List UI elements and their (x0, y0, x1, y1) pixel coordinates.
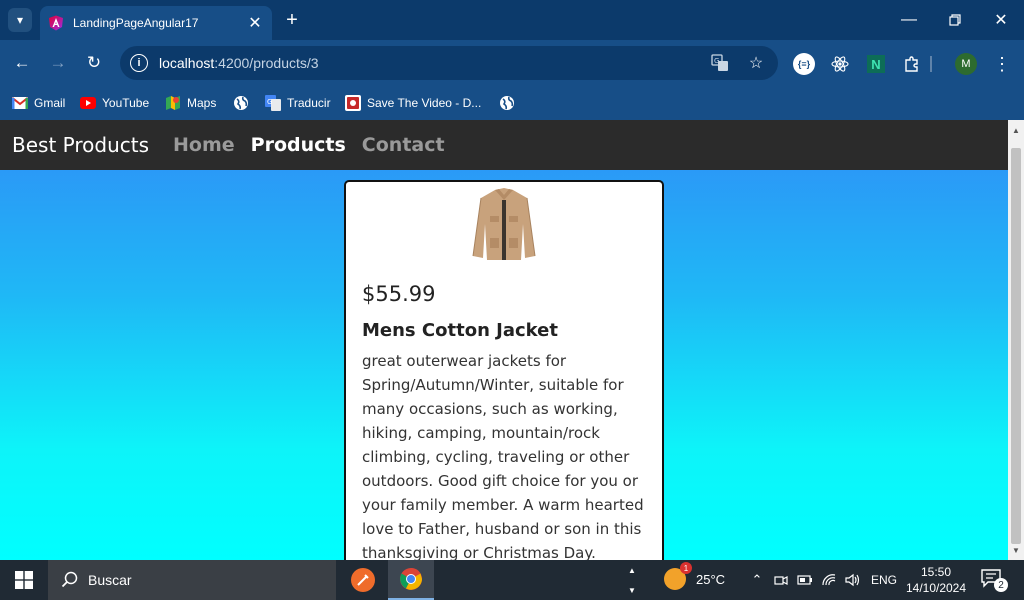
bookmarks-bar: Gmail YouTube Maps G Traducir Save The V… (0, 86, 1024, 120)
taskbar-app-postman[interactable] (340, 560, 386, 600)
url-text[interactable]: localhost:4200/products/3 (159, 55, 319, 71)
notification-center[interactable]: 2 (980, 568, 1010, 592)
volume-icon[interactable] (844, 570, 862, 590)
nav-link-products[interactable]: Products (251, 134, 346, 156)
nav-link-contact[interactable]: Contact (362, 134, 445, 156)
new-tab-icon[interactable]: + (282, 8, 302, 32)
chrome-icon (400, 568, 422, 590)
postman-icon (351, 568, 375, 592)
search-icon (60, 570, 80, 590)
weather-temperature: 25°C (696, 571, 726, 587)
minimize-icon[interactable]: — (894, 8, 924, 32)
bookmark-label: YouTube (102, 96, 150, 110)
bookmark-label: Maps (187, 96, 217, 110)
save-video-icon (345, 95, 361, 111)
notification-badge: 2 (994, 578, 1008, 592)
product-price: $55.99 (362, 282, 436, 306)
windows-logo-icon (15, 571, 33, 589)
language-indicator[interactable]: ENG (871, 573, 897, 587)
menu-kebab-icon[interactable]: ⋮ (990, 52, 1014, 76)
meet-camera-icon[interactable] (772, 570, 790, 590)
browser-tab-strip: ▾ LandingPageAngular17 ✕ + — ✕ (0, 0, 1024, 40)
angular-icon (49, 15, 63, 31)
search-placeholder: Buscar (88, 572, 132, 588)
url-path: :4200/products/3 (214, 55, 319, 71)
scroll-thumb[interactable] (1011, 148, 1021, 544)
bookmark-maps[interactable]: Maps (165, 93, 216, 113)
system-clock[interactable]: 15:50 14/10/2024 (900, 564, 972, 596)
maps-icon (165, 95, 181, 111)
scroll-up-icon[interactable]: ▲ (1008, 122, 1024, 138)
forward-icon[interactable]: → (46, 51, 70, 75)
nav-link-home[interactable]: Home (173, 134, 235, 156)
bookmark-star-icon[interactable]: ☆ (746, 53, 766, 73)
translate-page-icon[interactable]: G (710, 53, 730, 73)
product-name: Mens Cotton Jacket (362, 320, 558, 341)
translate-icon: G (265, 95, 281, 111)
windows-taskbar: Buscar ▲ ▼ 1 25°C ⌃ ENG 15:50 14/10/2024… (0, 560, 1024, 600)
bookmark-globe-2[interactable] (499, 93, 521, 113)
chevron-up-icon: ▲ (628, 565, 636, 575)
extensions-puzzle-icon[interactable] (900, 52, 924, 76)
show-hidden-icons-icon[interactable]: ⌃ (748, 570, 766, 590)
bookmark-label: Save The Video - D... (367, 96, 482, 110)
react-devtools-icon[interactable] (828, 52, 852, 76)
taskbar-scroll[interactable]: ▲ ▼ (624, 560, 640, 600)
product-description: great outerwear jackets for Spring/Autum… (362, 352, 644, 560)
globe-icon (499, 95, 515, 111)
globe-icon (233, 95, 249, 111)
browser-toolbar: ← → ↻ i localhost:4200/products/3 G ☆ {≡… (0, 40, 1024, 86)
back-icon[interactable]: ← (10, 51, 34, 75)
weather-badge: 1 (680, 562, 692, 574)
reload-icon[interactable]: ↻ (82, 51, 106, 75)
youtube-icon (80, 95, 96, 111)
url-host: localhost (159, 55, 215, 71)
close-window-icon[interactable]: ✕ (986, 8, 1016, 32)
product-image (472, 188, 536, 260)
svg-text:G: G (714, 57, 719, 65)
address-bar[interactable]: i localhost:4200/products/3 G ☆ (120, 46, 778, 80)
battery-icon[interactable] (796, 570, 814, 590)
site-navbar: Best Products Home Products Contact (0, 120, 1008, 170)
toolbar-divider (930, 56, 932, 72)
site-brand[interactable]: Best Products (12, 133, 149, 157)
chevron-down-icon: ▼ (628, 585, 636, 595)
gmail-icon (12, 95, 28, 111)
close-tab-icon[interactable]: ✕ (246, 13, 264, 33)
tab-title: LandingPageAngular17 (73, 16, 199, 30)
profile-initial: M (955, 53, 977, 75)
bookmark-youtube[interactable]: YouTube (80, 93, 149, 113)
svg-text:G: G (267, 98, 272, 106)
page-viewport: Best Products Home Products Contact $55.… (0, 120, 1008, 560)
weather-widget[interactable]: 1 25°C (664, 562, 726, 590)
n-extension-icon[interactable]: N (864, 52, 888, 76)
json-viewer-extension-icon[interactable]: {≡} (792, 52, 816, 76)
scroll-down-icon[interactable]: ▼ (1008, 542, 1024, 558)
page-scrollbar[interactable]: ▲ ▼ (1008, 120, 1024, 560)
browser-tab[interactable]: LandingPageAngular17 ✕ (40, 6, 272, 40)
product-card: $55.99 Mens Cotton Jacket great outerwea… (344, 180, 664, 560)
bookmark-label: Gmail (34, 96, 66, 110)
bookmark-label: Traducir (287, 96, 331, 110)
wifi-icon[interactable] (820, 570, 838, 590)
bookmark-save-the-video[interactable]: Save The Video - D... (345, 93, 481, 113)
windows-start-button[interactable] (0, 560, 48, 600)
clock-time: 15:50 (920, 565, 952, 579)
bookmark-globe-1[interactable] (233, 93, 255, 113)
bookmark-traducir[interactable]: G Traducir (265, 93, 331, 113)
profile-avatar[interactable]: M (954, 52, 978, 76)
taskbar-app-chrome[interactable] (388, 560, 434, 600)
taskbar-search-box[interactable]: Buscar (48, 560, 336, 600)
bookmark-gmail[interactable]: Gmail (12, 93, 65, 113)
chevron-down-icon: ▾ (16, 13, 24, 27)
clock-date: 14/10/2024 (905, 581, 967, 595)
site-info-icon[interactable]: i (130, 54, 148, 72)
weather-sun-icon: 1 (664, 562, 692, 590)
tab-search-button[interactable]: ▾ (8, 8, 32, 32)
restore-icon[interactable] (940, 8, 970, 32)
